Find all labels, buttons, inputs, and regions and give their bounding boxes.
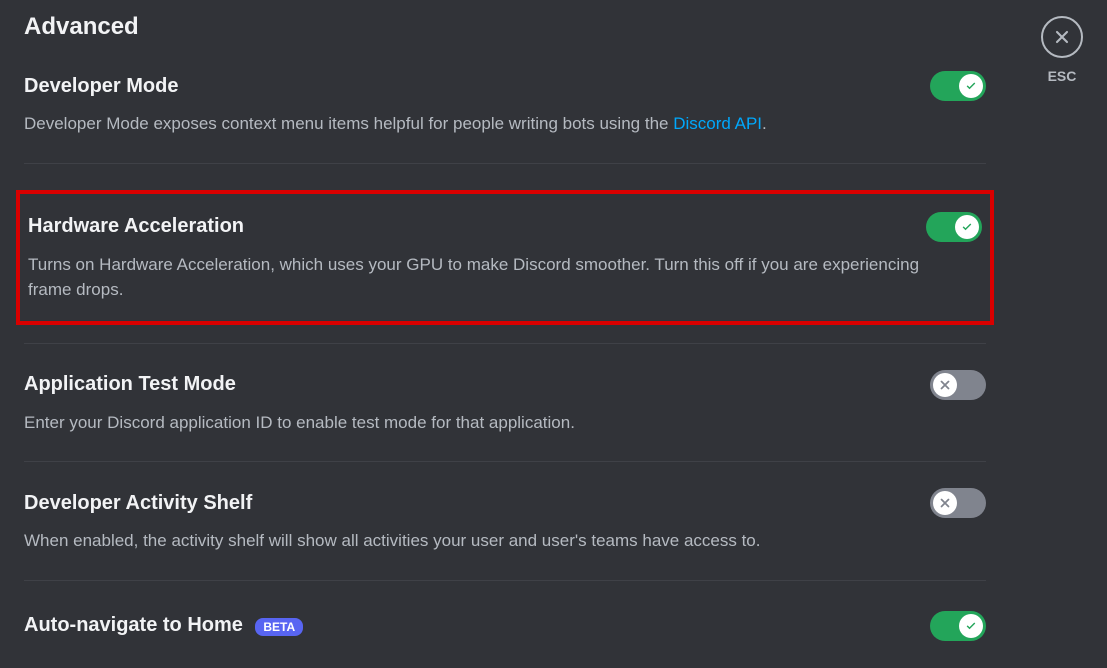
setting-developer-activity-shelf: Developer Activity Shelf When enabled, t… <box>24 488 986 581</box>
setting-title-auto-navigate-home: Auto-navigate to Home <box>24 614 243 636</box>
toggle-developer-mode[interactable] <box>930 71 986 101</box>
toggle-hardware-acceleration[interactable] <box>926 212 982 242</box>
setting-description-developer-activity-shelf: When enabled, the activity shelf will sh… <box>24 528 934 554</box>
check-icon <box>959 614 983 638</box>
setting-hardware-acceleration-highlighted: Hardware Acceleration Turns on Hardware … <box>16 190 994 325</box>
description-text: Developer Mode exposes context menu item… <box>24 114 673 133</box>
check-icon <box>955 215 979 239</box>
setting-description-hardware-acceleration: Turns on Hardware Acceleration, which us… <box>28 252 938 303</box>
setting-title-hardware-acceleration: Hardware Acceleration <box>28 215 244 238</box>
toggle-application-test-mode[interactable] <box>930 370 986 400</box>
close-button[interactable] <box>1041 16 1083 58</box>
page-title: Advanced <box>24 13 986 41</box>
beta-badge: BETA <box>255 618 303 636</box>
check-icon <box>959 74 983 98</box>
esc-label: ESC <box>1048 68 1077 84</box>
close-icon <box>1052 27 1072 47</box>
close-icon <box>933 491 957 515</box>
setting-application-test-mode: Application Test Mode Enter your Discord… <box>24 343 986 463</box>
toggle-developer-activity-shelf[interactable] <box>930 488 986 518</box>
setting-title-developer-activity-shelf: Developer Activity Shelf <box>24 492 252 515</box>
setting-title-application-test-mode: Application Test Mode <box>24 373 236 396</box>
setting-description-application-test-mode: Enter your Discord application ID to ena… <box>24 410 934 436</box>
setting-title-developer-mode: Developer Mode <box>24 75 178 98</box>
description-suffix: . <box>762 114 767 133</box>
close-area: ESC <box>1041 16 1083 84</box>
toggle-auto-navigate-home[interactable] <box>930 611 986 641</box>
setting-auto-navigate-home: Auto-navigate to Home BETA <box>24 611 986 641</box>
discord-api-link[interactable]: Discord API <box>673 114 762 133</box>
close-icon <box>933 373 957 397</box>
setting-developer-mode: Developer Mode Developer Mode exposes co… <box>24 71 986 164</box>
setting-description-developer-mode: Developer Mode exposes context menu item… <box>24 111 934 137</box>
